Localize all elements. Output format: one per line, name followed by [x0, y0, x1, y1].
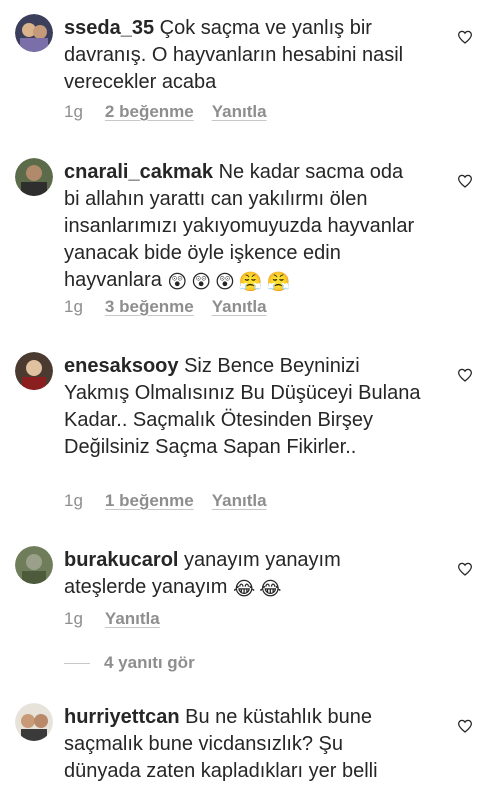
avatar[interactable] — [15, 546, 53, 584]
comment-time: 1g — [64, 609, 83, 628]
comment-meta: 1g 2 beğenme Yanıtla — [64, 102, 267, 122]
comment-body: enesaksooy Siz Bence Beyninizi Yakmış Ol… — [64, 353, 424, 461]
comment-body: burakucarol yanayım yanayım ateşlerde ya… — [64, 547, 424, 601]
comment-username[interactable]: hurriyettcan — [64, 706, 180, 728]
reply-button[interactable]: Yanıtla — [105, 609, 160, 628]
comment-time: 1g — [64, 297, 83, 316]
view-replies-button[interactable]: 4 yanıtı gör — [64, 653, 195, 673]
avatar[interactable] — [15, 352, 53, 390]
reply-button[interactable]: Yanıtla — [212, 297, 267, 316]
astonished-face-icon: 😲 — [191, 272, 212, 293]
avatar[interactable] — [15, 14, 53, 52]
heart-outline-icon[interactable] — [457, 368, 473, 382]
comment-meta: 1g 3 beğenme Yanıtla — [64, 297, 267, 317]
heart-outline-icon[interactable] — [457, 562, 473, 576]
astonished-face-icon: 😲 — [215, 272, 235, 293]
comment-meta: 1g 1 beğenme Yanıtla — [64, 491, 267, 511]
astonished-face-icon: 😲 — [167, 272, 188, 293]
heart-outline-icon[interactable] — [457, 174, 473, 188]
comment-meta: 1g Yanıtla — [64, 609, 160, 629]
reply-button[interactable]: Yanıtla — [212, 491, 267, 510]
likes-count-link[interactable]: 3 beğenme — [105, 297, 194, 316]
comment-time: 1g — [64, 102, 83, 121]
comment-username[interactable]: cnarali_cakmak — [64, 161, 213, 183]
steam-face-icon: 😤 — [266, 272, 291, 293]
avatar[interactable] — [15, 703, 53, 741]
steam-face-icon: 😤 — [238, 272, 263, 293]
comment-username[interactable]: burakucarol — [64, 549, 178, 571]
heart-outline-icon[interactable] — [457, 30, 473, 44]
likes-count-link[interactable]: 1 beğenme — [105, 491, 194, 510]
comment-body: cnarali_cakmak Ne kadar sacma oda bi all… — [64, 159, 424, 294]
likes-count-link[interactable]: 2 beğenme — [105, 102, 194, 121]
comment-username[interactable]: sseda_35 — [64, 17, 154, 39]
heart-outline-icon[interactable] — [457, 719, 473, 733]
divider-line — [64, 663, 90, 665]
tears-of-joy-icon: 😂 — [259, 579, 282, 600]
comment-username[interactable]: enesaksooy — [64, 355, 179, 377]
tears-of-joy-icon: 😂 — [232, 579, 256, 600]
avatar[interactable] — [15, 158, 53, 196]
comment-body: hurriyettcan Bu ne küstahlık bune saçmal… — [64, 704, 424, 785]
view-replies-label: 4 yanıtı gör — [104, 653, 195, 672]
comment-body: sseda_35 Çok saçma ve yanlış bir davranı… — [64, 15, 424, 96]
reply-button[interactable]: Yanıtla — [212, 102, 267, 121]
comment-time: 1g — [64, 491, 83, 510]
